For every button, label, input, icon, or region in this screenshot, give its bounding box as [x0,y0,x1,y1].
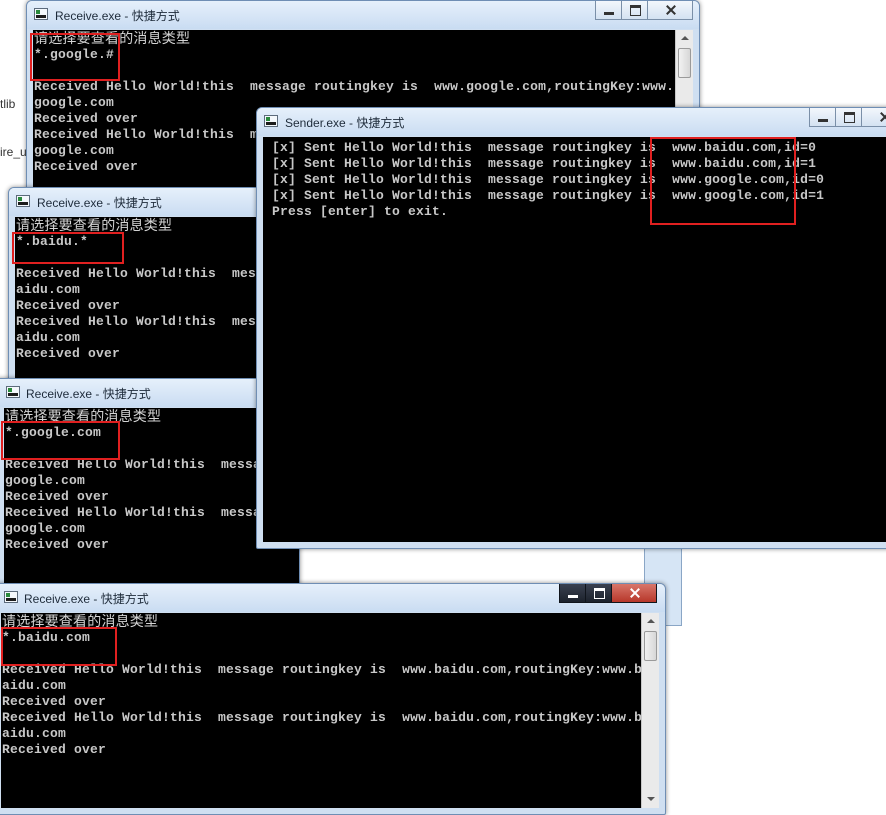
console-line: 请选择要查看的消息类型 [5,409,162,425]
scroll-up-arrow-icon[interactable] [642,613,659,630]
maximize-button[interactable] [621,1,648,20]
window-title: Receive.exe - 快捷方式 [24,592,149,606]
window-controls [809,108,886,130]
window-titlebar[interactable]: Sender.exe - 快捷方式 [257,108,886,136]
console-line: google.com [5,473,86,488]
close-button[interactable] [611,584,657,603]
console-line: Received over [2,694,107,709]
window-controls [559,584,657,606]
close-button[interactable] [647,1,693,20]
window-title: Sender.exe - 快捷方式 [285,116,405,130]
console-line: 请选择要查看的消息类型 [34,31,191,47]
console-line: Received over [5,489,110,504]
console-line: Received Hello World!this message routin… [2,710,643,725]
console-line: *.baidu.com [2,630,91,645]
console-line: aidu.com [2,678,67,693]
console-line: [x] Sent Hello World!this message routin… [264,156,817,171]
console-line: Received over [2,742,107,757]
window-title: Receive.exe - 快捷方式 [55,9,180,23]
scroll-thumb[interactable] [644,631,657,661]
console-line: google.com [5,521,86,536]
console-output[interactable]: [x] Sent Hello World!this message routin… [263,137,886,542]
console-line: *.google.# [34,47,115,62]
vertical-scrollbar[interactable] [641,613,659,808]
receive-window-google-com[interactable]: Receive.exe - 快捷方式 请选择要查看的消息类型 *.google.… [0,378,300,590]
maximize-button[interactable] [585,584,612,603]
console-app-icon [34,8,48,20]
console-line: Received Hello World!this message routin… [2,662,643,677]
console-line: Received Hello World!this message routin… [34,79,675,94]
console-line: Received Hello World!this message routin… [5,457,299,472]
console-line: 请选择要查看的消息类型 [2,614,159,630]
console-line: Received Hello World!this message routin… [5,505,299,520]
window-title: Receive.exe - 快捷方式 [37,196,162,210]
minimize-button[interactable] [595,1,622,20]
console-line: [x] Sent Hello World!this message routin… [264,140,817,155]
scroll-up-arrow-icon[interactable] [676,30,693,47]
window-title: Receive.exe - 快捷方式 [26,387,151,401]
console-line: [x] Sent Hello World!this message routin… [264,188,825,203]
receive-window-baidu-com[interactable]: Receive.exe - 快捷方式 请选择要查看的消息类型 *.baidu.c… [0,583,666,815]
minimize-button[interactable] [559,584,586,603]
window-controls [595,1,693,23]
window-titlebar[interactable]: Receive.exe - 快捷方式 [0,584,665,612]
console-output[interactable]: 请选择要查看的消息类型 *.baidu.com Received Hello W… [1,613,643,808]
console-app-icon [264,115,278,127]
minimize-button[interactable] [809,108,836,127]
console-line: Received over [5,537,110,552]
console-app-icon [6,386,20,398]
console-line: Press [enter] to exit. [264,204,449,219]
console-app-icon [16,195,30,207]
scroll-thumb[interactable] [678,48,691,78]
window-titlebar[interactable]: Receive.exe - 快捷方式 [0,379,299,407]
console-app-icon [4,591,18,603]
close-button[interactable] [861,108,886,127]
console-line: [x] Sent Hello World!this message routin… [264,172,825,187]
maximize-button[interactable] [835,108,862,127]
console-line: *.google.com [5,425,102,440]
console-line: aidu.com [2,726,67,741]
sender-window[interactable]: Sender.exe - 快捷方式 [x] Sent Hello World!t… [256,107,886,549]
console-output[interactable]: 请选择要查看的消息类型 *.google.com Received Hello … [4,408,299,583]
window-titlebar[interactable]: Receive.exe - 快捷方式 [27,1,699,29]
